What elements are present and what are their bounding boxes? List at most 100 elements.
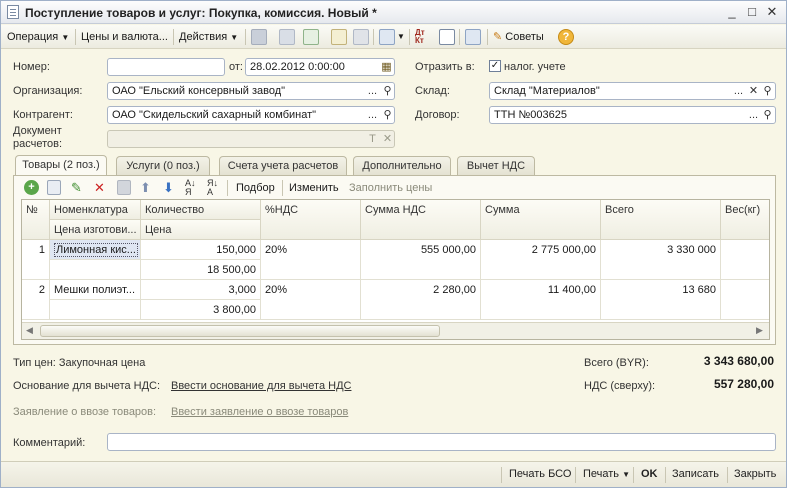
copy-row-icon[interactable] bbox=[47, 180, 61, 195]
vat-basis-link[interactable]: Ввести основание для вычета НДС bbox=[171, 380, 351, 392]
organization-select-button[interactable]: ... bbox=[366, 83, 379, 99]
clear-icon[interactable]: ✕ bbox=[381, 131, 394, 147]
actions-menu[interactable]: Действия ▼ bbox=[179, 29, 238, 45]
create-based-on-icon[interactable] bbox=[379, 29, 395, 45]
table-cell-manufacturer-price[interactable] bbox=[50, 260, 141, 280]
contract-field[interactable]: ТТН №003625 bbox=[489, 106, 776, 124]
report-icon[interactable] bbox=[439, 29, 455, 45]
move-down-icon[interactable]: ⬇ bbox=[163, 180, 174, 196]
scroll-left-icon[interactable]: ◀ bbox=[26, 325, 33, 336]
table-cell-price[interactable]: 18 500,00 bbox=[141, 260, 261, 280]
add-row-icon[interactable]: + bbox=[24, 180, 39, 195]
maximize-button[interactable]: □ bbox=[743, 4, 761, 20]
clear-icon[interactable]: ✕ bbox=[747, 83, 760, 99]
table-row-number[interactable]: 2 bbox=[22, 280, 50, 320]
save-disk-icon[interactable] bbox=[251, 29, 267, 45]
fill-prices-button[interactable]: Заполнить цены bbox=[349, 180, 432, 196]
search-icon[interactable]: ⚲ bbox=[381, 107, 394, 123]
horizontal-scrollbar[interactable]: ◀ ▶ bbox=[22, 322, 769, 339]
tab-goods[interactable]: Товары (2 поз.) bbox=[15, 155, 107, 176]
contractor-select-button[interactable]: ... bbox=[366, 107, 379, 123]
pick-button[interactable]: Подбор bbox=[236, 180, 275, 196]
table-cell-vat-rate[interactable]: 20% bbox=[261, 240, 361, 280]
table-cell-total[interactable]: 13 680 bbox=[601, 280, 721, 320]
settlement-document-field[interactable] bbox=[107, 130, 395, 148]
table-cell-nomenclature[interactable]: Мешки полиэт... bbox=[50, 280, 141, 300]
dropdown-arrow-icon[interactable]: ▼ bbox=[397, 29, 405, 45]
search-icon[interactable]: ⚲ bbox=[761, 83, 774, 99]
table-cell-weight[interactable] bbox=[721, 240, 769, 280]
table-cell-sum[interactable]: 2 775 000,00 bbox=[481, 240, 601, 280]
date-field[interactable]: 28.02.2012 0:00:00 bbox=[245, 58, 395, 76]
tips-button[interactable]: ✎ Советы bbox=[493, 29, 544, 45]
warehouse-label: Склад: bbox=[415, 85, 450, 97]
operation-menu[interactable]: Операция ▼ bbox=[7, 29, 69, 45]
end-edit-icon[interactable] bbox=[117, 180, 131, 195]
tab-settlement-accounts[interactable]: Счета учета расчетов bbox=[219, 156, 347, 175]
tab-services[interactable]: Услуги (0 поз.) bbox=[116, 156, 210, 175]
scrollbar-thumb[interactable] bbox=[40, 325, 440, 337]
sort-ascending-icon[interactable]: A↓ Я bbox=[185, 179, 196, 197]
column-header-nomenclature[interactable]: Номенклатура bbox=[50, 200, 141, 220]
column-header-price[interactable]: Цена bbox=[141, 220, 261, 240]
sort-descending-icon[interactable]: Я↓ A bbox=[207, 179, 218, 197]
type-select-icon[interactable]: T bbox=[366, 131, 379, 147]
print-bso-button[interactable]: Печать БСО bbox=[509, 468, 571, 480]
minimize-button[interactable]: _ bbox=[723, 4, 741, 20]
table-cell-vat-rate[interactable]: 20% bbox=[261, 280, 361, 320]
goods-table[interactable]: № Номенклатура Количество %НДС Сумма НДС… bbox=[21, 199, 770, 340]
number-field[interactable] bbox=[107, 58, 225, 76]
table-row-number[interactable]: 1 bbox=[22, 240, 50, 280]
ok-button[interactable]: OK bbox=[641, 468, 658, 480]
table-cell-vat-sum[interactable]: 2 280,00 bbox=[361, 280, 481, 320]
column-header-weight[interactable]: Вес(кг) bbox=[721, 200, 769, 240]
column-header-vat-rate[interactable]: %НДС bbox=[261, 200, 361, 240]
organization-field[interactable]: ОАО "Ельский консервный завод" bbox=[107, 82, 395, 100]
contract-select-button[interactable]: ... bbox=[747, 107, 760, 123]
column-header-manufacturer-price[interactable]: Цена изготови... bbox=[50, 220, 141, 240]
table-cell-weight[interactable] bbox=[721, 280, 769, 320]
tab-additional[interactable]: Дополнительно bbox=[353, 156, 451, 175]
table-cell-sum[interactable]: 11 400,00 bbox=[481, 280, 601, 320]
contractor-field[interactable]: ОАО "Скидельский сахарный комбинат" bbox=[107, 106, 395, 124]
table-cell-total[interactable]: 3 330 000 bbox=[601, 240, 721, 280]
post-document-icon[interactable] bbox=[331, 29, 347, 45]
search-icon[interactable]: ⚲ bbox=[761, 107, 774, 123]
comment-field[interactable] bbox=[107, 433, 776, 451]
delete-row-icon[interactable]: ✕ bbox=[94, 180, 105, 196]
refresh-document-icon[interactable] bbox=[303, 29, 319, 45]
import-statement-link[interactable]: Ввести заявление о ввозе товаров bbox=[171, 406, 348, 418]
scroll-right-icon[interactable]: ▶ bbox=[756, 325, 763, 336]
close-button[interactable]: Закрыть bbox=[734, 468, 776, 480]
tab-vat-deduction[interactable]: Вычет НДС bbox=[457, 156, 535, 175]
column-header-quantity[interactable]: Количество bbox=[141, 200, 261, 220]
prices-currency-button[interactable]: Цены и валюта... bbox=[81, 29, 168, 45]
column-header-number[interactable]: № bbox=[22, 200, 50, 240]
search-icon[interactable]: ⚲ bbox=[381, 83, 394, 99]
table-cell-nomenclature[interactable]: Лимонная кис... bbox=[50, 240, 141, 260]
table-cell-price[interactable]: 3 800,00 bbox=[141, 300, 261, 320]
edit-row-icon[interactable]: ✎ bbox=[71, 180, 82, 196]
table-cell-vat-sum[interactable]: 555 000,00 bbox=[361, 240, 481, 280]
table-cell-quantity[interactable]: 150,000 bbox=[141, 240, 261, 260]
structure-icon[interactable] bbox=[465, 29, 481, 45]
move-up-icon[interactable]: ⬆ bbox=[140, 180, 151, 196]
tips-label: Советы bbox=[505, 31, 544, 43]
help-icon[interactable]: ? bbox=[558, 29, 574, 45]
dtkt-icon[interactable]: Дт Кт bbox=[415, 29, 433, 45]
column-header-vat-sum[interactable]: Сумма НДС bbox=[361, 200, 481, 240]
print-menu[interactable]: Печать ▼ bbox=[583, 468, 630, 480]
table-cell-quantity[interactable]: 3,000 bbox=[141, 280, 261, 300]
save-button[interactable]: Записать bbox=[672, 468, 719, 480]
copy-document-icon[interactable] bbox=[279, 29, 295, 45]
close-window-button[interactable]: ✕ bbox=[763, 4, 781, 20]
tax-accounting-checkbox[interactable]: ✓ bbox=[489, 60, 501, 72]
change-button[interactable]: Изменить bbox=[289, 180, 339, 196]
unpost-document-icon[interactable] bbox=[353, 29, 369, 45]
warehouse-select-button[interactable]: ... bbox=[732, 83, 745, 99]
column-header-total[interactable]: Всего bbox=[601, 200, 721, 240]
column-header-sum[interactable]: Сумма bbox=[481, 200, 601, 240]
calendar-icon[interactable]: ▦ bbox=[380, 59, 393, 75]
table-cell-manufacturer-price[interactable] bbox=[50, 300, 141, 320]
toolbar-separator bbox=[409, 29, 410, 45]
